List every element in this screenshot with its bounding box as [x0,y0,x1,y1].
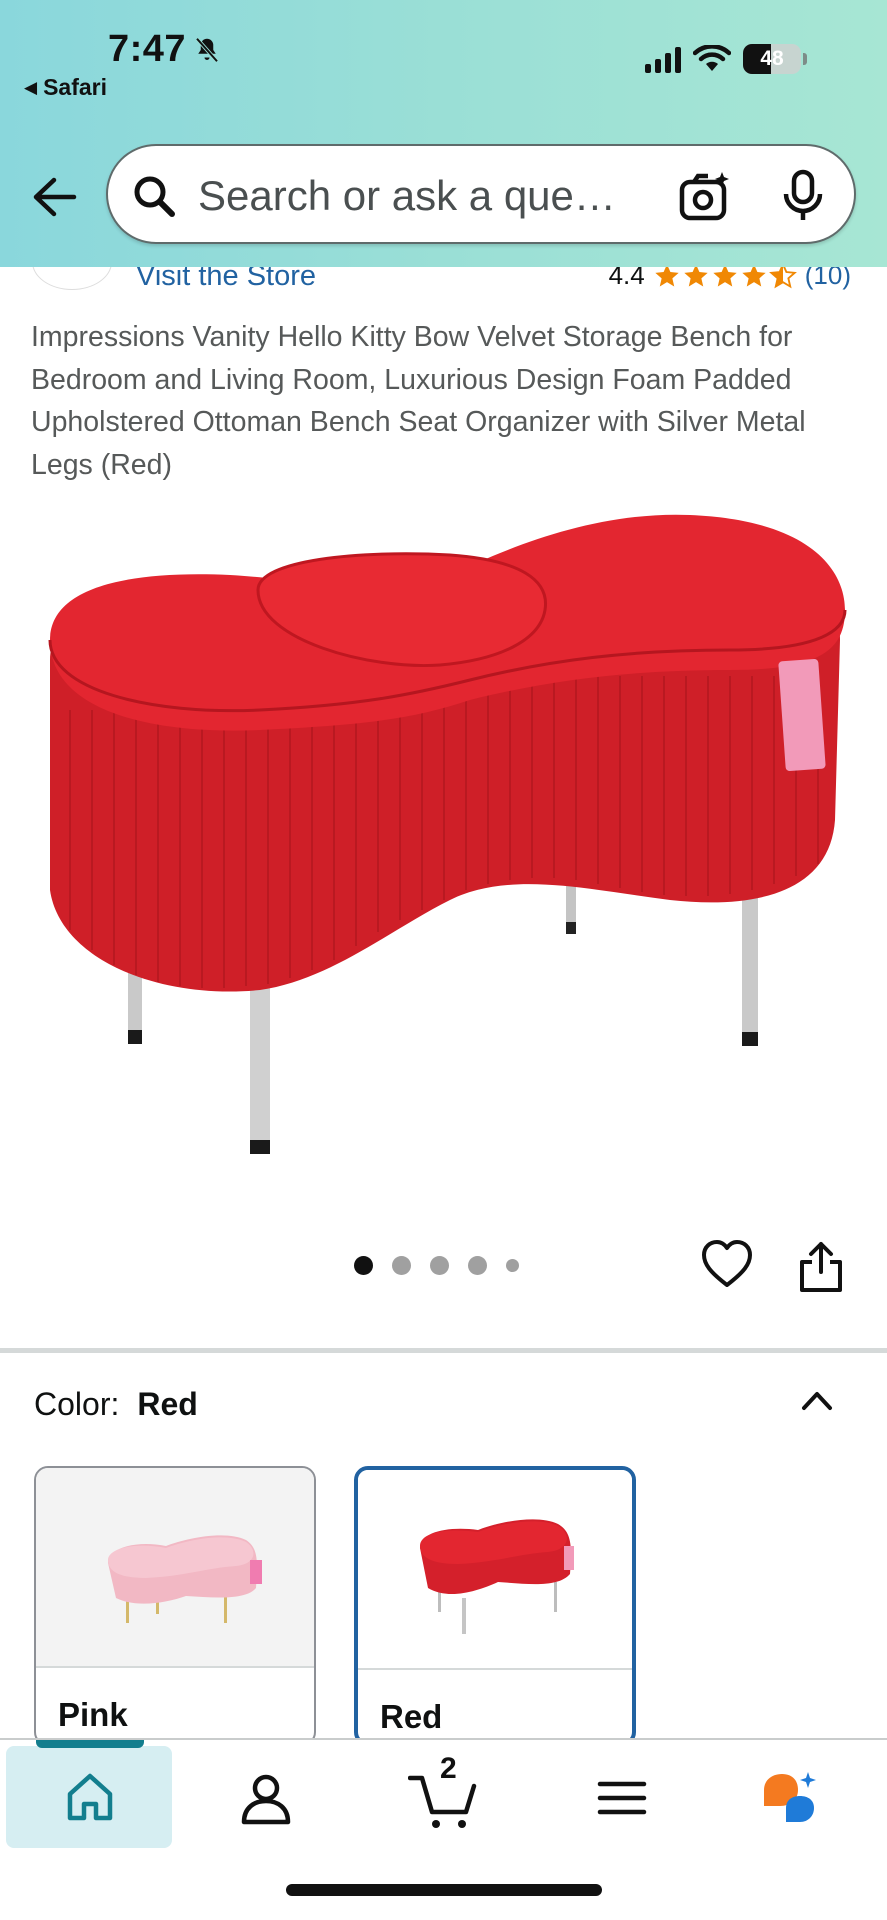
color-option-label: Red [380,1698,443,1735]
color-option-pink[interactable]: Pink [34,1466,316,1746]
menu-icon[interactable] [592,1768,652,1828]
color-selector-label: Color: Red [34,1386,198,1422]
color-option-label: Pink [58,1696,128,1733]
red-bench-thumbnail [420,1519,574,1634]
back-triangle-icon: ◀ [24,77,38,97]
rufus-icon[interactable] [760,1768,820,1828]
image-carousel-indicator[interactable] [354,1256,519,1275]
product-title: Impressions Vanity Hello Kitty Bow Velve… [31,321,806,481]
app-header: 7:47 ◀ Safari 48 Search or ask a que… [0,0,887,267]
status-time: 7:47 [108,28,222,71]
chevron-up-icon[interactable] [798,1382,836,1420]
swatch-image [358,1470,632,1670]
bell-slash-icon [195,37,219,62]
carousel-dot[interactable] [354,1256,373,1275]
cart-count-badge: 2 [440,1752,457,1785]
carousel-dot[interactable] [430,1256,449,1275]
back-to-app[interactable]: ◀ Safari [24,74,107,101]
carousel-dot[interactable] [468,1256,487,1275]
wifi-icon [693,45,731,71]
active-indicator [36,1740,144,1748]
camera-search-icon[interactable] [678,170,732,224]
heart-icon[interactable] [700,1238,754,1292]
pink-bench-thumbnail [108,1535,262,1623]
cellular-signal-icon [645,45,681,73]
microphone-icon[interactable] [778,168,828,224]
search-bar[interactable]: Search or ask a que… [106,144,856,244]
section-divider [0,1348,887,1353]
search-icon [134,176,175,217]
nav-home[interactable] [6,1740,172,1848]
account-icon[interactable] [236,1768,296,1828]
selected-color: Red [137,1386,198,1422]
search-input[interactable]: Search or ask a que… [198,172,616,220]
swatch-image [36,1468,314,1668]
carousel-dot[interactable] [506,1259,519,1272]
home-icon [67,1773,113,1821]
carousel-dot[interactable] [392,1256,411,1275]
battery-icon: 48 [743,44,807,74]
bottom-navigation: 2 [0,1738,887,1920]
color-option-red[interactable]: Red [354,1466,636,1746]
share-icon[interactable] [798,1240,844,1294]
back-arrow-icon[interactable] [28,172,78,222]
product-image[interactable] [30,490,860,1190]
status-icons: 48 [645,44,807,74]
home-indicator [286,1884,602,1896]
